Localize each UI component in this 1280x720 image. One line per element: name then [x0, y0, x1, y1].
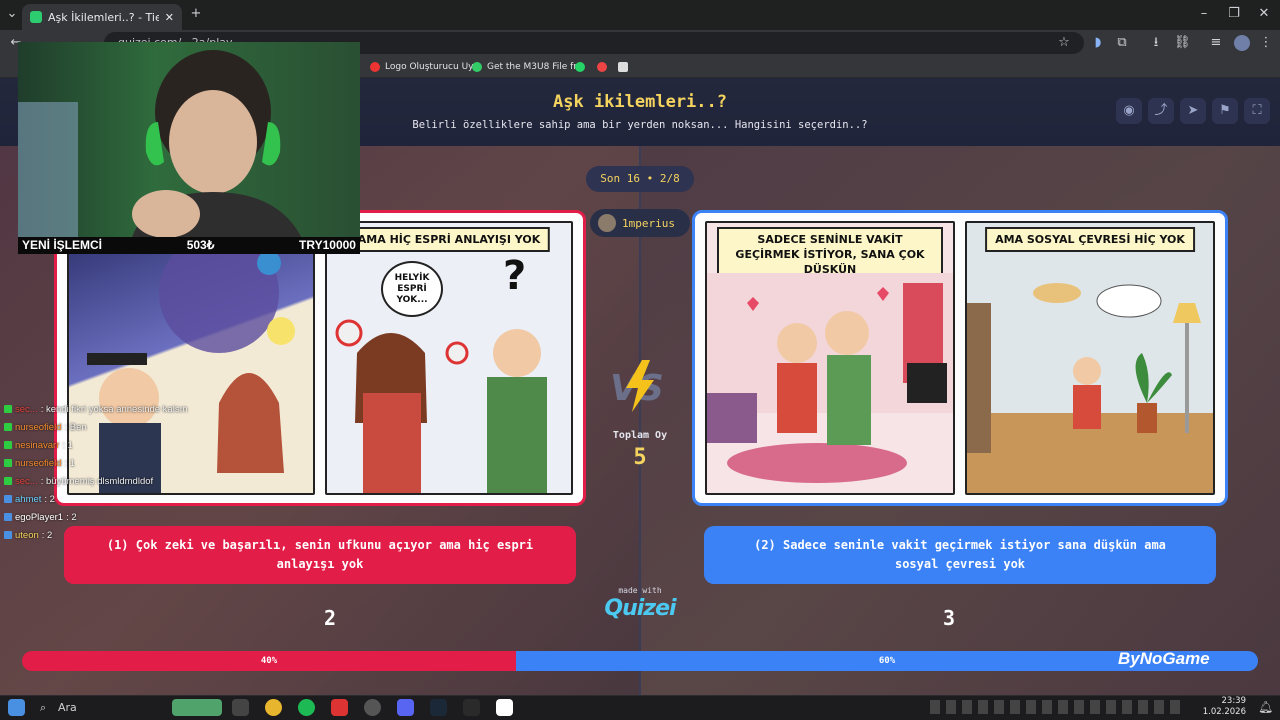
eye-icon[interactable]: ◉ [1116, 98, 1142, 124]
notification-icon[interactable]: 🔔︎ [1258, 700, 1273, 714]
restore-button[interactable]: ❐ [1226, 6, 1242, 22]
bookmark-star-icon[interactable]: ☆ [1056, 35, 1072, 51]
avatar [598, 214, 616, 232]
bookmark-favicon-icon [597, 62, 607, 72]
kebab-menu-icon[interactable]: ⋮ [1258, 35, 1274, 51]
comic-panel-genius [67, 221, 315, 495]
chat-message: sec...: büyümemiş dlsmldmdldof [4, 473, 153, 489]
chat-message: nurseofield: Ben [4, 419, 87, 435]
made-with-label: made with [618, 586, 662, 595]
bynogame-logo: ByNoGame [1118, 649, 1210, 668]
option-2-votes: 3 [942, 606, 956, 630]
share-icon[interactable]: ⤴ [1148, 98, 1174, 124]
option-2-button[interactable]: (2) Sadece seninle vakit geçirmek istiyo… [704, 526, 1216, 584]
user-badge: 1mperius [590, 209, 690, 237]
system-tray-icons[interactable] [930, 700, 1180, 714]
bookmark-red[interactable] [597, 58, 607, 76]
kick-badge-icon [4, 477, 12, 485]
quizei-logo[interactable]: Quizei [596, 596, 684, 621]
vs-icon: VS [610, 360, 664, 412]
extensions-puzzle-icon[interactable]: ⧉ [1114, 35, 1130, 51]
question-mark-icon: ? [503, 253, 527, 299]
minimize-button[interactable]: – [1196, 6, 1212, 22]
option-1-votes: 2 [323, 606, 337, 630]
flag-icon[interactable]: ⚑ [1212, 98, 1238, 124]
kick-badge-icon [4, 531, 12, 539]
kick-badge-icon [4, 495, 12, 503]
strip-text-3: TRY10000 [299, 238, 356, 252]
speech-bubble: HELYİK ESPRİ YOK... [381, 261, 443, 317]
amazon-icon [618, 62, 628, 72]
chat-message: nesinavarr: 1 [4, 437, 73, 453]
site-favicon-icon [30, 11, 42, 23]
chrome-icon[interactable] [265, 699, 282, 716]
kick-badge-icon [4, 441, 12, 449]
extension-icon[interactable]: ◗ [1090, 35, 1106, 51]
search-icon: ⌕ [40, 701, 47, 714]
bookmark-logo-olusturucu[interactable]: Logo Oluşturucu Uy... [370, 58, 481, 76]
username: 1mperius [622, 216, 675, 230]
option-1-button[interactable]: (1) Çok zeki ve başarılı, senin ufkunu a… [64, 526, 576, 584]
comic-panel-no-humor: AMA HİÇ ESPRİ ANLAYIŞI YOK HELYİK ESPRİ … [325, 221, 573, 495]
capcut-icon[interactable] [496, 699, 513, 716]
comic-panel-devoted: SADECE SENİNLE VAKİT GEÇİRMEK İSTİYOR, S… [705, 221, 955, 495]
profile-avatar[interactable] [1234, 35, 1250, 51]
webcam-overlay [18, 42, 360, 253]
discord-icon[interactable] [397, 699, 414, 716]
tab-title: Aşk İkilemleri..? - Tier List, Kör S [48, 10, 159, 24]
fullscreen-icon[interactable]: ⛶ [1244, 98, 1270, 124]
streamer-video [18, 50, 308, 253]
genius-illustration [87, 233, 295, 493]
start-icon[interactable] [8, 699, 25, 716]
devoted-illustration [707, 273, 953, 483]
bookmark-favicon-icon [370, 62, 380, 72]
strip-text-1: YENİ İŞLEMCİ [22, 238, 103, 252]
kick-badge-icon [4, 513, 12, 521]
whatsapp-icon [575, 62, 585, 72]
taskbar-clock[interactable]: 23:39 1.02.2026 [1196, 696, 1246, 718]
webcam-caption-strip: YENİ İŞLEMCİ 503₺ TRY10000 [18, 237, 360, 254]
round-indicator: Son 16 • 2/8 [586, 166, 694, 192]
kick-badge-icon [4, 423, 12, 431]
link-icon[interactable]: ⛓ [1174, 35, 1191, 51]
kick-badge-icon [4, 459, 12, 467]
tab-list-icon[interactable]: ⌄ [4, 6, 20, 22]
kick-badge-icon [4, 405, 12, 413]
total-votes-value: 5 [633, 445, 647, 470]
chat-message: uteon: 2 [4, 527, 52, 543]
download-icon[interactable]: ⭳ [1148, 35, 1164, 51]
news-widget-icon[interactable] [172, 699, 222, 716]
panel-caption: AMA HİÇ ESPRİ ANLAYIŞI YOK [347, 227, 551, 252]
total-votes-label: Toplam Oy [612, 430, 668, 441]
bookmark-favicon-icon [472, 62, 482, 72]
epic-games-icon[interactable] [463, 699, 480, 716]
spotify-icon[interactable] [298, 699, 315, 716]
task-view-icon[interactable] [232, 699, 249, 716]
comic-panel-no-social: AMA SOSYAL ÇEVRESİ HİÇ YOK [965, 221, 1215, 495]
option-card-2[interactable]: SADECE SENİNLE VAKİT GEÇİRMEK İSTİYOR, S… [692, 210, 1228, 506]
app-red-icon[interactable] [331, 699, 348, 716]
chat-message: sec...: kendi fikri yoksa annesinde kals… [4, 401, 188, 417]
tab-close-icon[interactable]: ✕ [165, 11, 174, 24]
panel-caption: AMA SOSYAL ÇEVRESİ HİÇ YOK [985, 227, 1195, 252]
menu-lines-icon[interactable]: ≡ [1208, 35, 1224, 51]
close-window-button[interactable]: ✕ [1256, 6, 1272, 22]
app-circle-icon[interactable] [364, 699, 381, 716]
steam-icon[interactable] [430, 699, 447, 716]
option-1-percent-bar: 40% [22, 651, 516, 671]
new-tab-button[interactable]: + [188, 6, 204, 22]
chat-message: ahmet: 2 [4, 491, 55, 507]
option-card-1[interactable]: AMA HİÇ ESPRİ ANLAYIŞI YOK HELYİK ESPRİ … [54, 210, 586, 506]
chat-message: nurseofield: 1 [4, 455, 75, 471]
strip-text-2: 503₺ [186, 238, 215, 252]
no-humor-illustration [335, 319, 547, 493]
no-social-illustration [967, 283, 1213, 493]
browser-tab[interactable]: Aşk İkilemleri..? - Tier List, Kör S ✕ [22, 4, 182, 30]
send-icon[interactable]: ➤ [1180, 98, 1206, 124]
chat-message: egoPlayer1: 2 [4, 509, 77, 525]
bookmark-amazon[interactable] [618, 58, 628, 76]
bookmark-whatsapp[interactable] [575, 58, 585, 76]
bookmark-m3u8[interactable]: Get the M3U8 File fr... [472, 58, 585, 76]
